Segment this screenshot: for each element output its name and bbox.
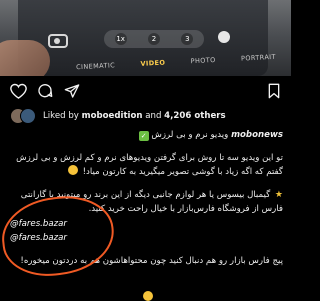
caption-para1-line1: تو این ویدیو سه تا روش برای گرفتن ویدیوه… — [16, 152, 283, 163]
likes-summary[interactable]: Liked by moboedition and 4,206 others — [10, 108, 226, 124]
mode-label: CINEMATIC — [75, 61, 116, 72]
liker-username[interactable]: moboedition — [82, 111, 143, 121]
camera-icon — [48, 34, 68, 48]
caption-para1-line2-text: گفتم که اگه زیاد با گوشی تصویر میگیرید ب… — [82, 167, 283, 177]
zoom-selector: 1x 2 3 — [104, 30, 204, 48]
caption-title: ویدیو نرم و بی لرزش — [151, 130, 229, 140]
post-action-bar — [0, 80, 291, 102]
zoom-option: 3 — [181, 33, 194, 45]
star-icon: ★ — [274, 189, 283, 200]
likes-prefix: Liked by — [43, 111, 79, 121]
phone-camera-screen: 1x 2 3 CINEMATIC VIDEO PHOTO PORTRAIT — [18, 0, 276, 76]
mode-label-active: VIDEO — [140, 58, 166, 68]
check-mark-icon: ✓ — [138, 131, 149, 141]
caption-para2-line1-text: گیمبال بیسوس یا هر لوازم جانبی دیگه از ا… — [20, 189, 271, 200]
post-caption: mobonews ویدیو نرم و بی لرزش ✓ تو این وی… — [8, 128, 283, 268]
caption-para2-line2: فارس از فروشگاه فارس‌بازار با خیال راحت … — [88, 204, 283, 214]
share-icon[interactable] — [64, 83, 80, 99]
heart-icon[interactable] — [10, 83, 27, 99]
post-media[interactable]: 1x 2 3 CINEMATIC VIDEO PHOTO PORTRAIT — [0, 0, 291, 76]
zoom-option: 1x — [114, 33, 127, 45]
likes-connector: and — [145, 111, 162, 121]
caption-username[interactable]: mobonews — [231, 130, 283, 140]
smiling-face-icon — [67, 165, 78, 175]
bookmark-icon[interactable] — [267, 83, 281, 99]
record-indicator-icon — [218, 31, 230, 43]
caption-para1-line2: گفتم که اگه زیاد با گوشی تصویر میگیرید ب… — [8, 165, 283, 180]
mention-link[interactable]: @fares.bazar — [8, 217, 283, 232]
mention-link[interactable]: @fares.bazar — [8, 231, 283, 246]
zoom-option: 2 — [147, 33, 160, 45]
comment-icon[interactable] — [37, 83, 53, 99]
mode-label: PHOTO — [190, 55, 216, 66]
avatar — [20, 108, 36, 124]
camera-mode-bar: CINEMATIC VIDEO PHOTO PORTRAIT — [76, 53, 276, 71]
finger-image — [0, 40, 50, 76]
caption-header: mobonews ویدیو نرم و بی لرزش ✓ — [8, 128, 283, 143]
mode-label: PORTRAIT — [240, 52, 277, 63]
caption-para2-line1: ★ گیمبال بیسوس یا هر لوازم جانبی دیگه از… — [8, 188, 283, 203]
liker-avatars — [10, 108, 38, 124]
likes-count[interactable]: 4,206 others — [164, 111, 226, 121]
caption-para3: پیج فارس بازار رو هم دنبال کنید چون محتو… — [20, 255, 283, 266]
